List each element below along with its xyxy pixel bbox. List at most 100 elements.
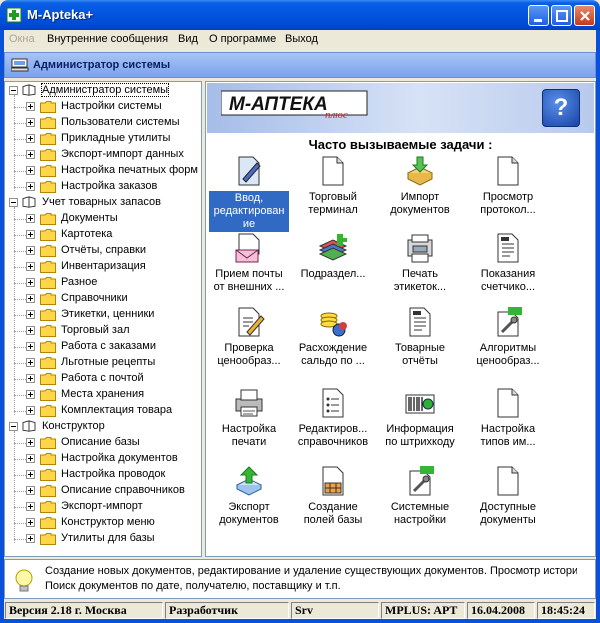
expand-icon[interactable]	[26, 118, 35, 127]
task-8[interactable]: Проверка ценообраз...	[209, 306, 289, 376]
help-button[interactable]: ?	[542, 89, 580, 127]
tree-item[interactable]: Пользователи системы	[5, 115, 201, 131]
expand-icon[interactable]	[26, 262, 35, 271]
task-18[interactable]: Системные настройки	[380, 465, 460, 535]
navigation-tree[interactable]: Администратор системы Настройки системы По…	[4, 81, 202, 557]
tree-item[interactable]: Конструктор меню	[5, 515, 201, 531]
expand-icon[interactable]	[26, 438, 35, 447]
menu-view[interactable]: Вид	[178, 33, 198, 45]
menu-internal-messages[interactable]: Внутренние сообщения	[47, 33, 168, 45]
expand-icon[interactable]	[26, 326, 35, 335]
menu-windows[interactable]: Окна	[9, 33, 35, 45]
task-5[interactable]: Подраздел...	[293, 232, 373, 302]
title-bar[interactable]: M-Apteka+	[0, 0, 600, 30]
expand-icon[interactable]	[26, 230, 35, 239]
expand-icon[interactable]	[26, 134, 35, 143]
tree-item[interactable]: Разное	[5, 275, 201, 291]
task-15[interactable]: Настройка типов им...	[468, 387, 548, 457]
tree-group-0[interactable]: Администратор системы	[5, 83, 201, 99]
tree-item[interactable]: Экспорт-импорт данных	[5, 147, 201, 163]
tree-item[interactable]: Экспорт-импорт	[5, 499, 201, 515]
section-header: Администратор системы	[4, 52, 596, 78]
tree-item[interactable]: Работа с заказами	[5, 339, 201, 355]
close-button[interactable]	[574, 5, 595, 26]
maximize-button[interactable]	[551, 5, 572, 26]
tree-item[interactable]: Описание базы	[5, 435, 201, 451]
task-16[interactable]: Экспорт документов	[209, 465, 289, 535]
expand-icon[interactable]	[26, 278, 35, 287]
task-4[interactable]: Прием почты от внешних ...	[209, 232, 289, 302]
folder-icon	[40, 485, 56, 497]
expand-icon[interactable]	[26, 358, 35, 367]
expand-icon[interactable]	[26, 246, 35, 255]
tree-group-label: Конструктор	[42, 420, 105, 432]
tree-item[interactable]: Описание справочников	[5, 483, 201, 499]
expand-icon[interactable]	[26, 502, 35, 511]
tree-item-label: Описание базы	[61, 436, 140, 448]
tree-item[interactable]: Утилиты для базы	[5, 531, 201, 547]
tree-item[interactable]: Настройки системы	[5, 99, 201, 115]
collapse-icon[interactable]	[9, 422, 18, 431]
task-6[interactable]: Печать этикеток...	[380, 232, 460, 302]
expand-icon[interactable]	[26, 150, 35, 159]
collapse-icon[interactable]	[9, 86, 18, 95]
report-icon	[497, 233, 519, 263]
minimize-button[interactable]	[528, 5, 549, 26]
expand-icon[interactable]	[26, 390, 35, 399]
task-label: Подраздел...	[300, 268, 366, 280]
tree-item[interactable]: Настройка проводок	[5, 467, 201, 483]
expand-icon[interactable]	[26, 454, 35, 463]
task-2[interactable]: Импорт документов	[380, 155, 460, 225]
expand-icon[interactable]	[26, 342, 35, 351]
task-3[interactable]: Просмотр протокол...	[468, 155, 548, 225]
expand-icon[interactable]	[26, 534, 35, 543]
expand-icon[interactable]	[26, 166, 35, 175]
tree-item[interactable]: Работа с почтой	[5, 371, 201, 387]
menu-exit[interactable]: Выход	[285, 33, 318, 45]
task-11[interactable]: Алгоритмы ценообраз...	[468, 306, 548, 376]
tree-item[interactable]: Картотека	[5, 227, 201, 243]
tree-item-label: Торговый зал	[61, 324, 130, 336]
tree-item-label: Утилиты для базы	[61, 532, 155, 544]
tree-item[interactable]: Справочники	[5, 291, 201, 307]
tree-group-1[interactable]: Учет товарных запасов	[5, 195, 201, 211]
tree-item[interactable]: Торговый зал	[5, 323, 201, 339]
tree-item-label: Настройка заказов	[61, 180, 158, 192]
task-7[interactable]: Показания счетчико...	[468, 232, 548, 302]
task-19[interactable]: Доступные документы	[468, 465, 548, 535]
expand-icon[interactable]	[26, 518, 35, 527]
task-10[interactable]: Товарные отчёты	[380, 306, 460, 376]
tree-group-2[interactable]: Конструктор	[5, 419, 201, 435]
expand-icon[interactable]	[26, 182, 35, 191]
task-9[interactable]: Расхождение сальдо по ...	[293, 306, 373, 376]
expand-icon[interactable]	[26, 214, 35, 223]
task-0[interactable]: Ввод, редактирован ие	[209, 155, 289, 232]
task-14[interactable]: Информация по штрихкоду	[380, 387, 460, 457]
tree-item[interactable]: Инвентаризация	[5, 259, 201, 275]
tree-item[interactable]: Комплектация товара	[5, 403, 201, 419]
expand-icon[interactable]	[26, 406, 35, 415]
expand-icon[interactable]	[26, 470, 35, 479]
tree-item[interactable]: Настройка документов	[5, 451, 201, 467]
tree-item[interactable]: Отчёты, справки	[5, 243, 201, 259]
tree-item[interactable]: Документы	[5, 211, 201, 227]
tree-item[interactable]: Настройка заказов	[5, 179, 201, 195]
expand-icon[interactable]	[26, 310, 35, 319]
task-1[interactable]: Торговый терминал	[293, 155, 373, 225]
task-label: Показания счетчико...	[480, 268, 536, 293]
task-17[interactable]: Создание полей базы	[293, 465, 373, 535]
menu-about[interactable]: О программе	[209, 33, 276, 45]
expand-icon[interactable]	[26, 294, 35, 303]
collapse-icon[interactable]	[9, 198, 18, 207]
task-12[interactable]: Настройка печати	[209, 387, 289, 457]
tree-item[interactable]: Настройка печатных форм	[5, 163, 201, 179]
tree-item[interactable]: Места хранения	[5, 387, 201, 403]
tree-item[interactable]: Прикладные утилиты	[5, 131, 201, 147]
expand-icon[interactable]	[26, 102, 35, 111]
tree-item[interactable]: Этикетки, ценники	[5, 307, 201, 323]
expand-icon[interactable]	[26, 374, 35, 383]
task-13[interactable]: Редактиров... справочников	[293, 387, 373, 457]
tree-item-label: Работа с почтой	[61, 372, 144, 384]
expand-icon[interactable]	[26, 486, 35, 495]
tree-item[interactable]: Льготные рецепты	[5, 355, 201, 371]
